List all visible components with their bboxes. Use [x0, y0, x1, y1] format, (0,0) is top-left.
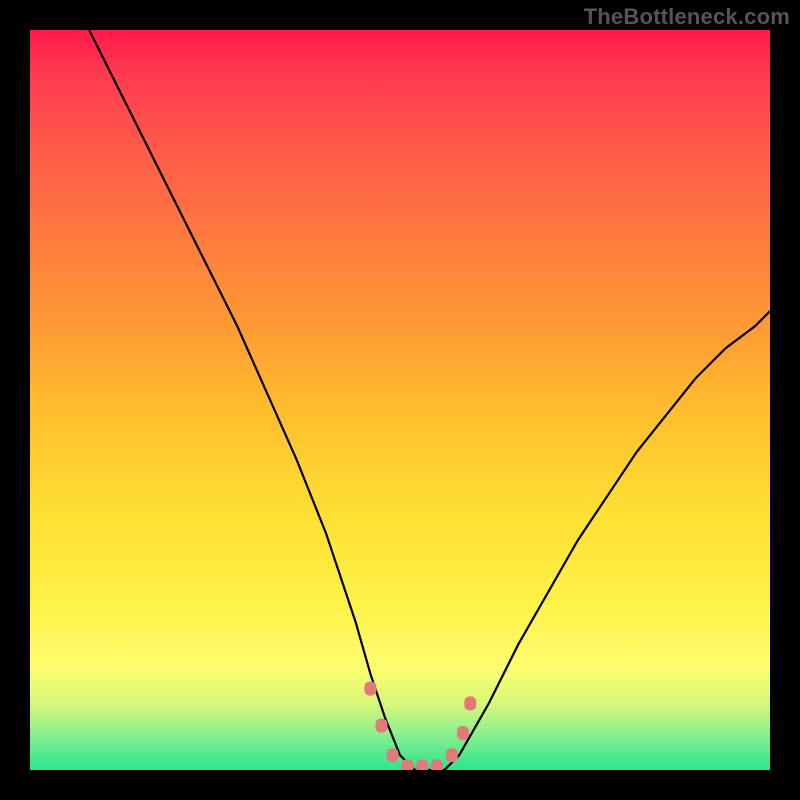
valley-marker	[431, 759, 443, 770]
valley-marker	[387, 748, 399, 762]
plot-area	[30, 30, 770, 770]
curve-layer	[30, 30, 770, 770]
valley-marker	[446, 748, 458, 762]
valley-marker	[416, 759, 428, 770]
source-credit: TheBottleneck.com	[584, 4, 790, 30]
chart-frame: TheBottleneck.com	[0, 0, 800, 800]
valley-marker	[376, 719, 388, 733]
valley-marker	[464, 696, 476, 710]
valley-marker	[364, 682, 376, 696]
valley-marker	[457, 726, 469, 740]
valley-marker	[401, 759, 413, 770]
valley-markers	[364, 682, 476, 770]
bottleneck-curve	[89, 30, 770, 770]
